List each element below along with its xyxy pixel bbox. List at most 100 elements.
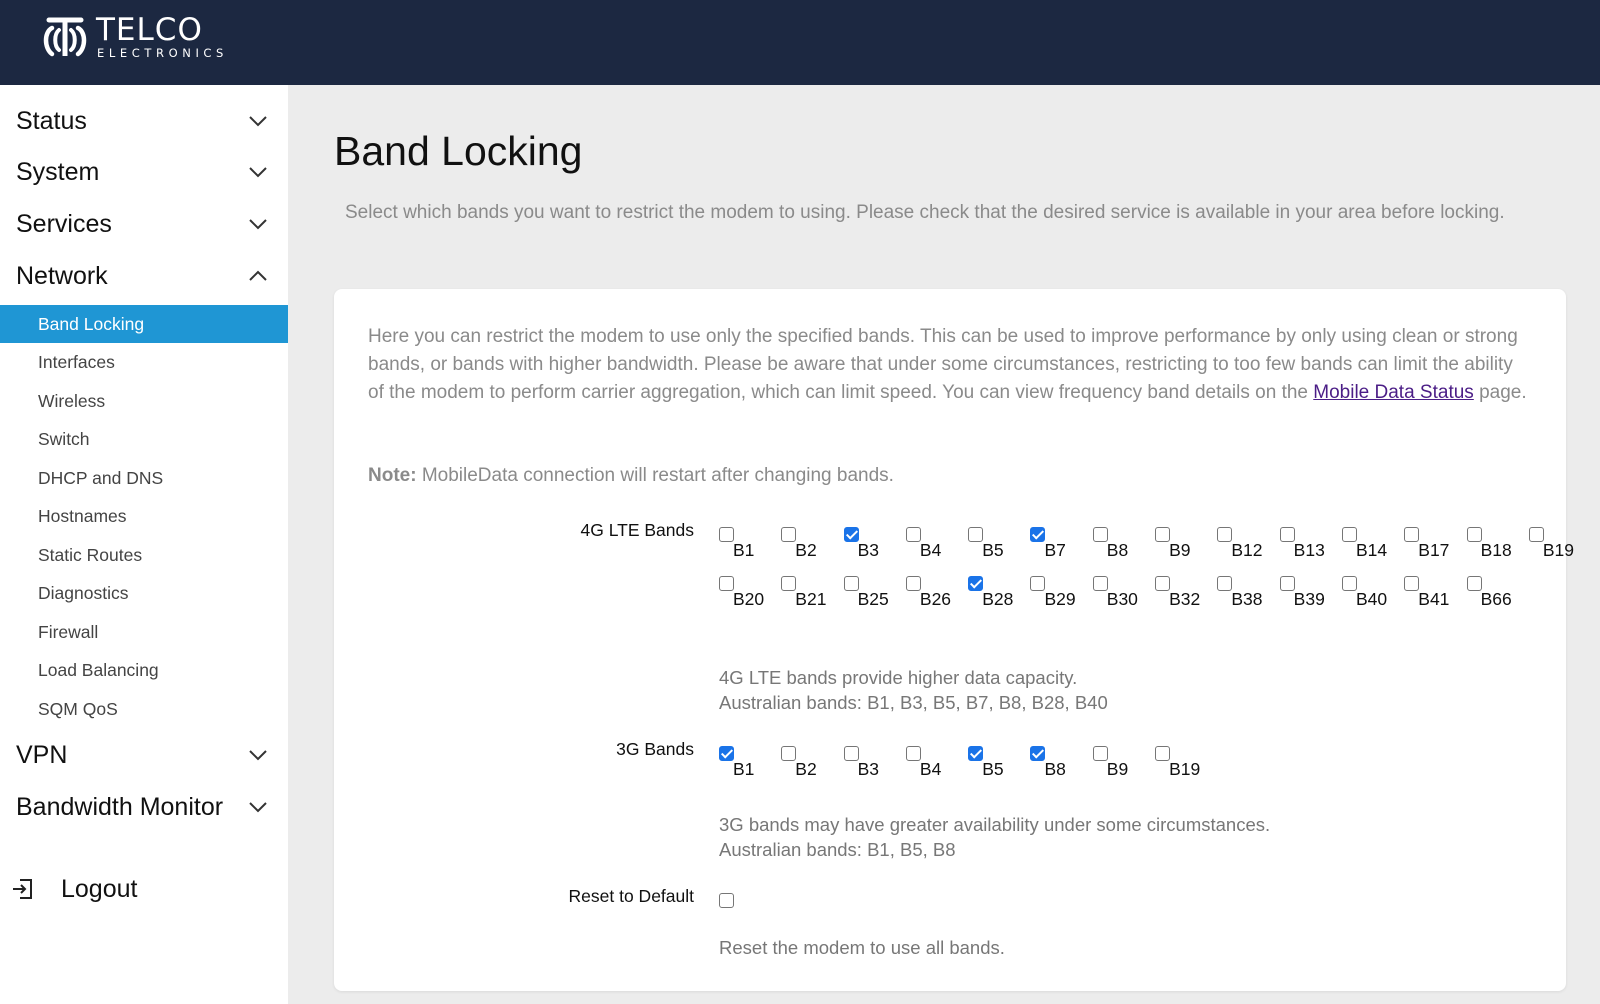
checkbox[interactable] (1030, 746, 1046, 761)
lte-band-b28[interactable]: B28 (968, 576, 1030, 616)
3g-hint: 3G bands may have greater availability u… (719, 812, 1270, 862)
checkbox[interactable] (781, 527, 797, 542)
lte-band-b29[interactable]: B29 (1030, 576, 1092, 616)
checkbox[interactable] (1279, 527, 1295, 542)
logout-button[interactable]: Logout (0, 866, 288, 912)
lte-band-b21[interactable]: B21 (781, 576, 843, 616)
lte-band-b30[interactable]: B30 (1092, 576, 1155, 616)
lte-band-b17[interactable]: B17 (1404, 527, 1466, 567)
lte-band-b4[interactable]: B4 (905, 527, 968, 567)
3g-bands-label: 3G Bands (616, 739, 694, 759)
logout-label: Logout (61, 874, 138, 903)
lte-band-b32[interactable]: B32 (1155, 576, 1217, 616)
3g-band-b4[interactable]: B4 (905, 746, 968, 786)
sidebar-group-network[interactable]: Network (0, 253, 288, 299)
checkbox[interactable] (719, 527, 734, 542)
checkbox[interactable] (1155, 576, 1171, 591)
3g-band-b9[interactable]: B9 (1092, 746, 1155, 786)
3g-band-b2[interactable]: B2 (781, 746, 843, 786)
checkbox[interactable] (905, 576, 921, 591)
sidebar-item-wireless[interactable]: Wireless (0, 382, 288, 420)
sidebar-group-vpn[interactable]: VPN (0, 732, 288, 778)
checkbox[interactable] (1155, 527, 1171, 542)
sidebar-item-switch[interactable]: Switch (0, 420, 288, 458)
checkbox[interactable] (781, 746, 797, 761)
checkbox[interactable] (968, 527, 984, 542)
sidebar-group-status[interactable]: Status (0, 98, 288, 144)
lte-band-b20[interactable]: B20 (719, 576, 781, 616)
mobile-data-status-link[interactable]: Mobile Data Status (1313, 382, 1474, 403)
checkbox[interactable] (1217, 527, 1233, 542)
lte-band-b40[interactable]: B40 (1341, 576, 1404, 616)
lte-band-b5[interactable]: B5 (968, 527, 1030, 567)
band-label: B25 (857, 589, 889, 609)
checkbox[interactable] (719, 576, 734, 591)
lte-band-b14[interactable]: B14 (1341, 527, 1404, 567)
checkbox[interactable] (843, 527, 859, 542)
sidebar-group-system[interactable]: System (0, 149, 288, 195)
top-header: TELCO ELECTRONICS (0, 0, 1600, 85)
checkbox[interactable] (968, 746, 984, 761)
checkbox[interactable] (1155, 746, 1171, 761)
telco-logo[interactable]: TELCO ELECTRONICS (40, 14, 228, 60)
sidebar-item-hostnames[interactable]: Hostnames (0, 497, 288, 535)
sidebar-item-diagnostics[interactable]: Diagnostics (0, 574, 288, 612)
checkbox[interactable] (1092, 746, 1108, 761)
lte-band-b8[interactable]: B8 (1092, 527, 1155, 567)
checkbox[interactable] (1341, 576, 1357, 591)
checkbox[interactable] (843, 576, 859, 591)
sidebar-item-sqm-qos[interactable]: SQM QoS (0, 690, 288, 728)
checkbox[interactable] (1528, 527, 1544, 542)
lte-band-b19[interactable]: B19 (1528, 527, 1591, 567)
checkbox[interactable] (1092, 527, 1108, 542)
checkbox[interactable] (1030, 576, 1046, 591)
lte-band-b66[interactable]: B66 (1466, 576, 1529, 616)
lte-band-b18[interactable]: B18 (1466, 527, 1529, 567)
checkbox[interactable] (1466, 576, 1482, 591)
checkbox[interactable] (1217, 576, 1233, 591)
3g-band-b8[interactable]: B8 (1030, 746, 1092, 786)
lte-band-b9[interactable]: B9 (1155, 527, 1217, 567)
lte-band-b38[interactable]: B38 (1217, 576, 1279, 616)
checkbox[interactable] (843, 746, 859, 761)
sidebar-item-dhcp-dns[interactable]: DHCP and DNS (0, 459, 288, 497)
checkbox[interactable] (719, 746, 734, 761)
lte-band-b12[interactable]: B12 (1217, 527, 1279, 567)
lte-band-b7[interactable]: B7 (1030, 527, 1092, 567)
3g-band-b3[interactable]: B3 (843, 746, 906, 786)
band-label: B19 (1169, 759, 1201, 779)
lte-band-b41[interactable]: B41 (1404, 576, 1466, 616)
sidebar-group-label: VPN (16, 740, 68, 769)
checkbox[interactable] (1404, 527, 1420, 542)
lte-band-b26[interactable]: B26 (905, 576, 968, 616)
band-label: B3 (857, 759, 879, 779)
sidebar-item-band-locking[interactable]: Band Locking (0, 305, 288, 343)
sidebar-group-bandwidth-monitor[interactable]: Bandwidth Monitor (0, 784, 288, 830)
checkbox[interactable] (1466, 527, 1482, 542)
checkbox[interactable] (905, 527, 921, 542)
sidebar-item-load-balancing[interactable]: Load Balancing (0, 651, 288, 689)
lte-band-b3[interactable]: B3 (843, 527, 906, 567)
sidebar-item-firewall[interactable]: Firewall (0, 613, 288, 651)
checkbox[interactable] (1404, 576, 1420, 591)
checkbox[interactable] (1279, 576, 1295, 591)
lte-band-b39[interactable]: B39 (1279, 576, 1342, 616)
checkbox[interactable] (1030, 527, 1046, 542)
sidebar-group-label: Bandwidth Monitor (16, 792, 224, 821)
sidebar-item-static-routes[interactable]: Static Routes (0, 536, 288, 574)
checkbox[interactable] (781, 576, 797, 591)
checkbox[interactable] (719, 893, 734, 908)
lte-band-b13[interactable]: B13 (1279, 527, 1342, 567)
3g-band-b1[interactable]: B1 (719, 746, 781, 786)
checkbox[interactable] (1341, 527, 1357, 542)
checkbox[interactable] (968, 576, 984, 591)
lte-band-b2[interactable]: B2 (781, 527, 843, 567)
lte-band-b25[interactable]: B25 (843, 576, 906, 616)
sidebar-item-interfaces[interactable]: Interfaces (0, 343, 288, 381)
3g-band-b19[interactable]: B19 (1155, 746, 1217, 786)
checkbox[interactable] (905, 746, 921, 761)
3g-band-b5[interactable]: B5 (968, 746, 1030, 786)
sidebar-group-services[interactable]: Services (0, 201, 288, 247)
checkbox[interactable] (1092, 576, 1108, 591)
lte-band-b1[interactable]: B1 (719, 527, 781, 567)
